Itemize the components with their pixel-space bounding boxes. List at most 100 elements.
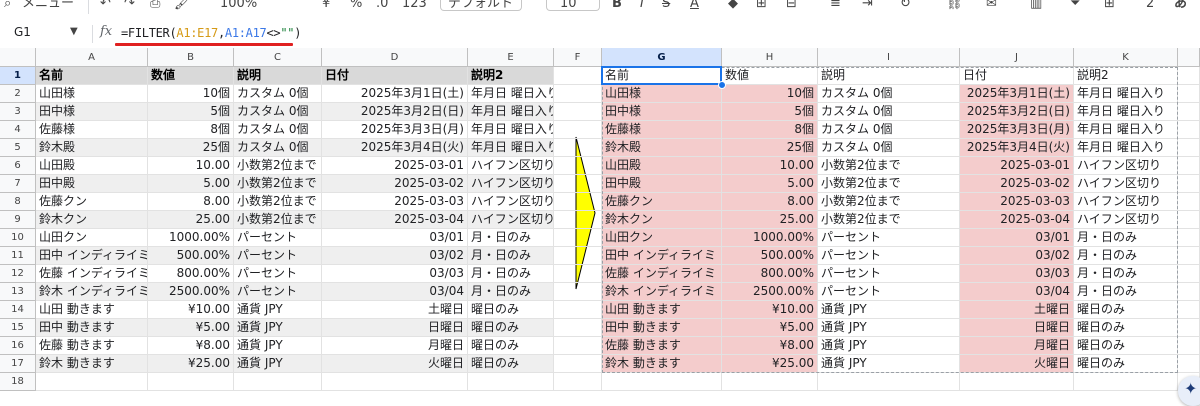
cell[interactable]: 鈴木クン xyxy=(36,211,148,229)
currency-format-icon[interactable]: ¥ xyxy=(322,0,330,14)
cell[interactable] xyxy=(468,373,554,391)
row-header[interactable]: 8 xyxy=(0,193,36,211)
cell[interactable]: 03/02 xyxy=(960,247,1074,265)
sparkle-ai-button[interactable]: ✦ xyxy=(1178,376,1200,406)
cell[interactable]: 小数第2位まで xyxy=(818,175,960,193)
cell[interactable]: 日付 xyxy=(960,67,1074,85)
cell[interactable]: 月・日のみ xyxy=(468,229,554,247)
cell[interactable]: ¥8.00 xyxy=(148,337,234,355)
cell[interactable]: 25.00 xyxy=(722,211,818,229)
italic-button[interactable]: I xyxy=(640,0,644,14)
cell[interactable]: 名前 xyxy=(36,67,148,85)
row-header[interactable]: 10 xyxy=(0,229,36,247)
column-header-l[interactable] xyxy=(1178,48,1200,67)
cell[interactable] xyxy=(1178,157,1200,175)
cell[interactable]: パーセント xyxy=(818,283,960,301)
cell[interactable]: 年月日 曜日入り xyxy=(1074,121,1178,139)
column-header-e[interactable]: E xyxy=(468,48,554,67)
cell[interactable] xyxy=(554,103,602,121)
cell[interactable]: 月・日のみ xyxy=(1074,229,1178,247)
cell[interactable]: カスタム 0個 xyxy=(234,85,322,103)
cell[interactable]: 5個 xyxy=(148,103,234,121)
cell[interactable]: 月・日のみ xyxy=(468,265,554,283)
cell[interactable]: 通貨 JPY xyxy=(234,301,322,319)
cell[interactable]: 800.00% xyxy=(148,265,234,283)
cell[interactable] xyxy=(554,373,602,391)
cell[interactable]: 佐藤様 xyxy=(36,121,148,139)
cell[interactable]: 月・日のみ xyxy=(1074,265,1178,283)
cell[interactable]: 小数第2位まで xyxy=(818,193,960,211)
cell[interactable]: 03/01 xyxy=(960,229,1074,247)
cell[interactable]: 山田 動きます xyxy=(36,301,148,319)
cell[interactable] xyxy=(148,373,234,391)
cell[interactable]: 山田様 xyxy=(36,85,148,103)
cell[interactable] xyxy=(602,373,722,391)
cell[interactable] xyxy=(818,373,960,391)
cell[interactable]: 日付 xyxy=(322,67,468,85)
cell[interactable]: 5.00 xyxy=(722,175,818,193)
cell[interactable]: 2025年3月4日(火) xyxy=(960,139,1074,157)
cell[interactable]: ハイフン区切り xyxy=(468,211,554,229)
row-header[interactable]: 5 xyxy=(0,139,36,157)
cell[interactable]: 佐藤 動きます xyxy=(36,337,148,355)
cell[interactable]: 年月日 曜日入り xyxy=(468,103,554,121)
search-icon[interactable]: ⌕ xyxy=(4,0,11,14)
cell[interactable]: ハイフン区切り xyxy=(468,157,554,175)
cell[interactable]: 山田クン xyxy=(36,229,148,247)
name-box[interactable]: G1 xyxy=(14,25,31,39)
cell[interactable]: カスタム 0個 xyxy=(818,139,960,157)
cell[interactable]: ¥5.00 xyxy=(148,319,234,337)
cell[interactable]: 2025年3月1日(土) xyxy=(960,85,1074,103)
cell[interactable] xyxy=(554,301,602,319)
cell[interactable]: パーセント xyxy=(234,247,322,265)
cell[interactable] xyxy=(554,337,602,355)
cell[interactable]: 鈴木 動きます xyxy=(36,355,148,373)
strikethrough-button[interactable]: S xyxy=(662,0,670,14)
cell[interactable]: 8個 xyxy=(722,121,818,139)
cell[interactable]: 月・日のみ xyxy=(468,283,554,301)
column-header-a[interactable]: A xyxy=(36,48,148,67)
cell[interactable] xyxy=(1178,67,1200,85)
column-header-b[interactable]: B xyxy=(148,48,234,67)
cell[interactable]: 田中様 xyxy=(36,103,148,121)
row-header[interactable]: 4 xyxy=(0,121,36,139)
cell[interactable]: 火曜日 xyxy=(322,355,468,373)
fill-handle[interactable] xyxy=(718,81,726,89)
print-icon[interactable]: ⎙ xyxy=(150,0,160,14)
cell[interactable]: 山田殿 xyxy=(36,157,148,175)
cell[interactable]: パーセント xyxy=(818,247,960,265)
align-icon[interactable]: ≡ xyxy=(830,0,841,14)
cell[interactable]: 2025年3月4日(火) xyxy=(322,139,468,157)
cell[interactable]: ¥25.00 xyxy=(148,355,234,373)
cell[interactable]: 03/04 xyxy=(322,283,468,301)
cell[interactable] xyxy=(554,139,602,157)
cell[interactable]: 田中 動きます xyxy=(36,319,148,337)
cell[interactable]: 2025-03-04 xyxy=(960,211,1074,229)
cell[interactable]: 10個 xyxy=(722,85,818,103)
cell[interactable]: 25個 xyxy=(148,139,234,157)
row-header[interactable]: 7 xyxy=(0,175,36,193)
cell[interactable]: 5.00 xyxy=(148,175,234,193)
cell[interactable]: 土曜日 xyxy=(322,301,468,319)
cell[interactable]: ¥25.00 xyxy=(722,355,818,373)
cell[interactable]: 山田様 xyxy=(602,85,722,103)
cell[interactable]: 03/02 xyxy=(322,247,468,265)
cell[interactable]: 10.00 xyxy=(148,157,234,175)
row-header[interactable]: 1 xyxy=(0,67,36,85)
cell[interactable]: 通貨 JPY xyxy=(234,337,322,355)
cell[interactable]: 2025-03-04 xyxy=(322,211,468,229)
cell[interactable]: 25.00 xyxy=(148,211,234,229)
fill-color-icon[interactable]: ◆ xyxy=(728,0,738,14)
cell[interactable]: 小数第2位まで xyxy=(818,211,960,229)
chart-icon[interactable]: ▥ xyxy=(1030,0,1042,14)
link-icon[interactable]: ⛓ xyxy=(946,0,963,14)
cell[interactable] xyxy=(1178,193,1200,211)
cell[interactable] xyxy=(554,265,602,283)
cell[interactable]: カスタム 0個 xyxy=(818,85,960,103)
cell[interactable] xyxy=(1178,355,1200,373)
cell[interactable]: 数値 xyxy=(148,67,234,85)
cell[interactable]: 8.00 xyxy=(722,193,818,211)
cell[interactable]: 佐藤クン xyxy=(602,193,722,211)
cell[interactable]: 8個 xyxy=(148,121,234,139)
cell[interactable]: 説明2 xyxy=(468,67,554,85)
